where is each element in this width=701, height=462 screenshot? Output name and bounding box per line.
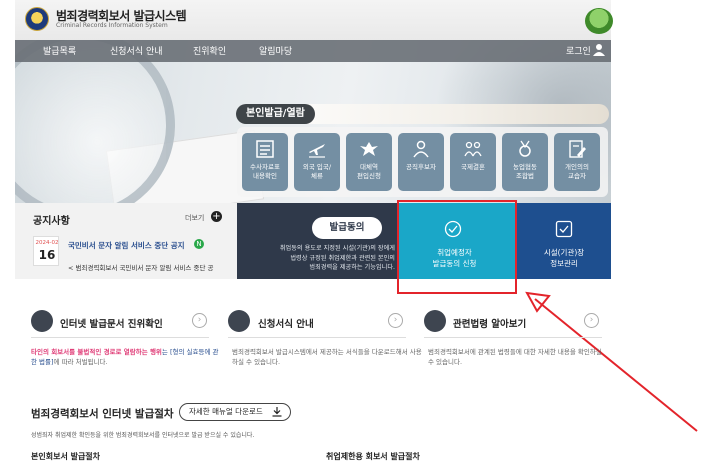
main-nav: 발급목록 신청서식 안내 진위확인 알림마당 로그인 (15, 40, 611, 62)
service-label: 공직후보자 (406, 163, 436, 171)
site-subtitle: Criminal Records Information System (56, 22, 168, 29)
chevron-right-icon[interactable]: › (388, 313, 403, 328)
service-label: 수사자료표 내용확인 (250, 163, 280, 180)
new-badge: N (194, 239, 204, 249)
service-label: 개인의의 교습자 (565, 163, 589, 180)
user-icon[interactable] (593, 43, 605, 57)
card-divider (424, 337, 602, 338)
airplane-icon (309, 144, 325, 158)
service-foreign-entry[interactable]: 외국 입국/ 체류 (294, 133, 340, 191)
mascot-emblem-icon (585, 8, 613, 34)
card-title-forms[interactable]: 신청서식 안내 (258, 316, 314, 330)
service-record-check[interactable]: 수사자료표 내용확인 (242, 133, 288, 191)
procedure-title: 범죄경력회보서 인터넷 발급절차 (31, 408, 174, 420)
notice-title: 공지사항 (33, 216, 70, 227)
couple-icon (464, 141, 482, 157)
edit-document-icon (569, 140, 586, 158)
document-check-icon (31, 310, 53, 332)
warning-text: 타인의 회보서를 불법적인 경로로 열람하는 행위 (31, 348, 162, 356)
medal-icon (519, 140, 531, 157)
service-label: 대체역 편입신청 (357, 163, 381, 180)
procedure-self-heading: 본인회보서 발급절차 (31, 452, 101, 461)
card-desc-verify: 타인의 회보서를 불법적인 경로로 열람하는 행위는 [형의 실효등에 관한 법… (31, 347, 221, 367)
nav-item-notice-board[interactable]: 알림마당 (259, 44, 292, 57)
plus-icon[interactable]: + (211, 211, 222, 222)
notice-more-link[interactable]: 더보기 (185, 213, 204, 223)
notice-panel: 공지사항 더보기 + 2024-02 16 국민비서 문자 알림 서비스 중단 … (15, 203, 237, 279)
issue-consent-panel: 발급동의 취업동의 용도로 지정된 시설(기관)의 장에게 법령상 규정된 취업… (237, 203, 397, 279)
service-label: 농업협동 조합법 (513, 163, 537, 180)
hero-banner: 발급목록 신청서식 안내 진위확인 알림마당 로그인 본인발급/열람 수사자료표… (15, 40, 611, 203)
magnifier-image (15, 40, 175, 203)
card-divider (31, 337, 209, 338)
police-emblem-icon[interactable] (25, 7, 49, 31)
procedure-description: 성범죄자 취업제한 확인등을 위한 범죄경력회보서를 인터넷으로 발급 받으실 … (31, 432, 255, 439)
card-divider (228, 337, 406, 338)
login-link[interactable]: 로그인 (566, 44, 591, 57)
card-desc-laws: 범죄경력회보서에 관계된 법령들에 대한 자세한 내용을 확인하실 수 있습니다… (428, 348, 602, 366)
agency-info-tile[interactable]: 시설(기관)장 정보관리 (517, 203, 611, 279)
check-square-icon (555, 220, 573, 238)
download-icon (272, 407, 282, 417)
procedure-employment-heading: 취업제한용 회보서 발급절차 (326, 452, 420, 461)
service-alternative-service[interactable]: 대체역 편입신청 (346, 133, 392, 191)
consent-description: 취업동의 용도로 지정된 시설(기관)의 장에게 법령상 규정된 취업제한과 관… (279, 245, 395, 271)
nav-item-issue-list[interactable]: 발급목록 (43, 44, 76, 57)
notice-date-box: 2024-02 16 (33, 236, 59, 266)
eagle-emblem-icon (360, 142, 378, 156)
chevron-right-icon[interactable]: › (584, 313, 599, 328)
service-intl-marriage[interactable]: 국제결혼 (450, 133, 496, 191)
highlight-box (397, 200, 517, 294)
service-label: 외국 입국/ 체류 (302, 163, 332, 180)
notice-date-month: 2024-02 (35, 240, 59, 246)
card-desc-forms: 범죄경력회보서 발급시스템에서 제공하는 서식들을 다운로드해서 사용하실 수 … (232, 348, 422, 366)
person-icon (413, 140, 429, 158)
manual-download-label: 자세한 매뉴얼 다운로드 (189, 407, 263, 416)
service-private-tutor[interactable]: 개인의의 교습자 (554, 133, 600, 191)
nav-item-verify[interactable]: 진위확인 (193, 44, 226, 57)
gavel-icon (424, 310, 446, 332)
service-agri-cooperative[interactable]: 농업협동 조합법 (502, 133, 548, 191)
consent-title-button[interactable]: 발급동의 (312, 217, 382, 239)
notice-headline-link[interactable]: 국민비서 문자 알림 서비스 중단 공지 (68, 240, 185, 251)
chevron-right-icon[interactable]: › (192, 313, 207, 328)
issue-label: 본인발급/열람 (236, 104, 315, 124)
document-icon (228, 310, 250, 332)
agency-info-label: 시설(기관)장 정보관리 (543, 248, 585, 268)
manual-download-button[interactable]: 자세한 매뉴얼 다운로드 (179, 403, 291, 421)
service-label: 국제결혼 (461, 163, 485, 171)
notice-summary-link[interactable]: < 범죄경력회보서 국민비서 문자 알림 서비스 중단 공 (68, 262, 214, 272)
card-title-laws[interactable]: 관련법령 알아보기 (453, 316, 526, 330)
service-public-candidate[interactable]: 공직후보자 (398, 133, 444, 191)
card-desc-tail: 에 따라 처벌됩니다. (53, 358, 108, 366)
site-header: 범죄경력회보서 발급시스템 Criminal Records Informati… (15, 0, 613, 40)
nav-item-form-guide[interactable]: 신청서식 안내 (110, 44, 163, 57)
notice-date-day: 16 (38, 248, 56, 262)
document-list-icon (256, 140, 274, 158)
card-title-verify[interactable]: 인터넷 발급문서 진위확인 (60, 316, 163, 330)
